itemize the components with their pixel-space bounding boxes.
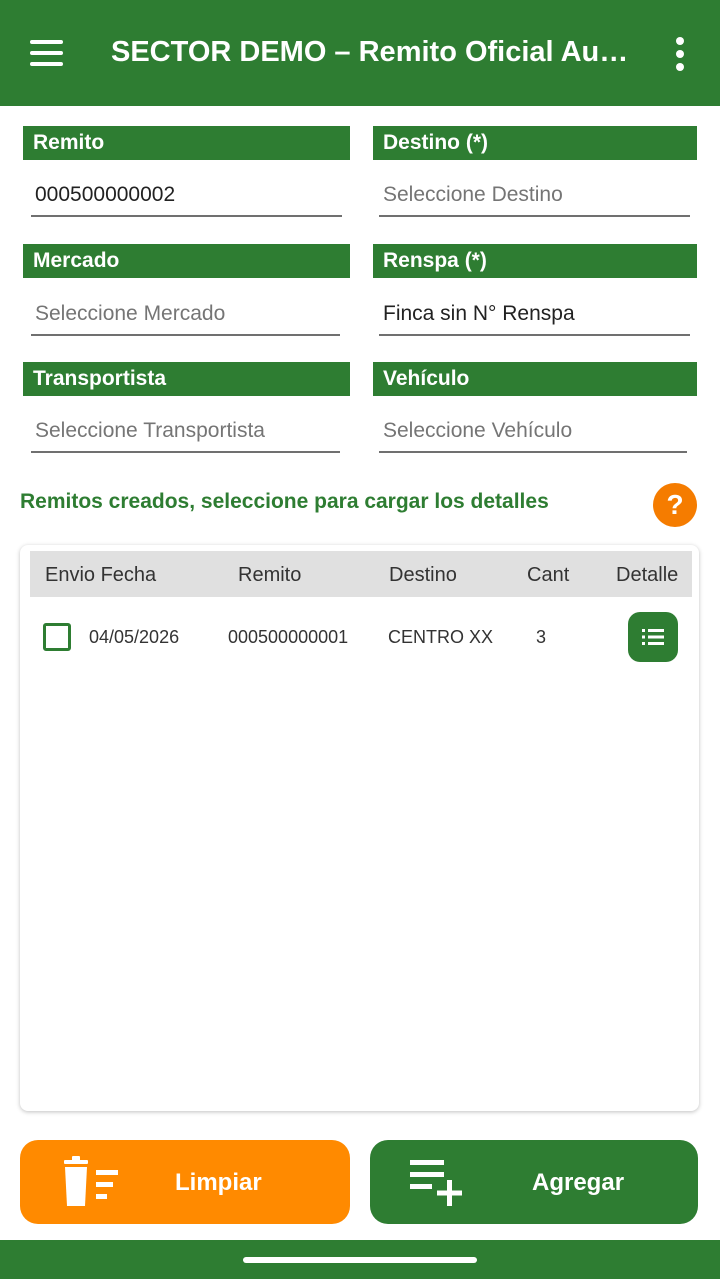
renspa-select[interactable]: Finca sin N° Renspa (379, 296, 690, 336)
app-bar: SECTOR DEMO – Remito Oficial Aut… (0, 0, 720, 106)
remitos-hint: Remitos creados, seleccione para cargar … (20, 490, 549, 513)
column-header-cant: Cant (527, 564, 570, 586)
table-header: Envio Fecha Remito Destino Cant Detalle (30, 551, 692, 597)
add-button-label: Agregar (532, 1169, 625, 1196)
playlist-add-icon (410, 1160, 462, 1206)
transportista-select[interactable]: Seleccione Transportista (31, 413, 340, 453)
renspa-label: Renspa (*) (373, 244, 697, 278)
column-header-detalle: Detalle (616, 564, 679, 586)
mercado-select[interactable]: Seleccione Mercado (31, 296, 340, 336)
table-row[interactable]: 04/05/2026 000500000001 CENTRO XX 3 (30, 605, 692, 665)
list-icon (642, 629, 664, 645)
column-header-envio-fecha: Envio Fecha (45, 564, 157, 586)
row-fecha: 04/05/2026 (89, 627, 180, 647)
row-cant: 3 (536, 627, 547, 647)
destino-label: Destino (*) (373, 126, 697, 160)
remitos-table: Envio Fecha Remito Destino Cant Detalle … (20, 545, 699, 1111)
vehiculo-label: Vehículo (373, 362, 697, 396)
add-button[interactable]: Agregar (370, 1140, 698, 1224)
remito-field[interactable]: 000500000002 (31, 177, 342, 217)
transportista-label: Transportista (23, 362, 350, 396)
row-destino: CENTRO XX (388, 627, 494, 647)
column-header-remito: Remito (238, 564, 302, 586)
clear-button[interactable]: Limpiar (20, 1140, 350, 1224)
remito-label: Remito (23, 126, 350, 160)
row-checkbox[interactable] (43, 623, 71, 651)
help-icon[interactable]: ? (653, 483, 697, 527)
column-header-destino: Destino (389, 564, 457, 586)
more-vert-icon[interactable] (660, 32, 700, 76)
delete-sweep-icon (64, 1156, 118, 1206)
vehiculo-select[interactable]: Seleccione Vehículo (379, 413, 687, 453)
destino-select[interactable]: Seleccione Destino (379, 177, 690, 217)
detail-list-button[interactable] (628, 612, 678, 662)
home-gesture-handle[interactable] (243, 1257, 477, 1263)
mercado-label: Mercado (23, 244, 350, 278)
page-title: SECTOR DEMO – Remito Oficial Aut… (111, 36, 631, 68)
clear-button-label: Limpiar (175, 1169, 262, 1196)
row-remito: 000500000001 (228, 627, 349, 647)
hamburger-menu-icon[interactable] (22, 34, 70, 74)
system-nav-bar (0, 1240, 720, 1279)
